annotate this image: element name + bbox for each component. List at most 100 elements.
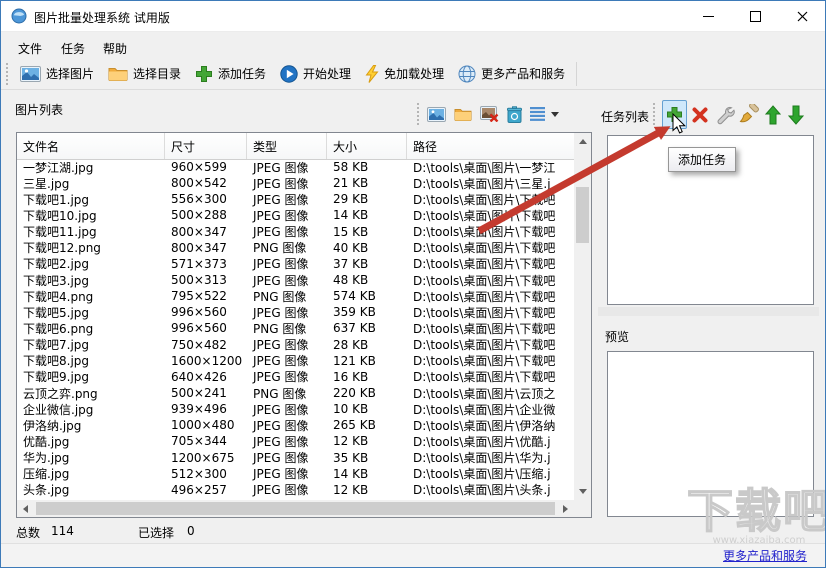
start-process-button[interactable]: 开始处理	[273, 62, 358, 86]
vertical-scroll-thumb[interactable]	[576, 187, 589, 243]
cell-name: 下载吧11.jpg	[23, 225, 97, 240]
task-clean-button[interactable]	[738, 103, 761, 126]
minimize-icon	[702, 15, 714, 17]
menu-help[interactable]: 帮助	[99, 38, 131, 59]
menu-file[interactable]: 文件	[14, 38, 46, 59]
table-row[interactable]: 下载吧12.png 800×347 PNG 图像 40 KB D:\tools\桌面\图…	[17, 240, 574, 256]
cell-type: PNG 图像	[253, 241, 307, 256]
table-row[interactable]: 下载吧4.png 795×522 PNG 图像 574 KB D:\tools\桌面\图…	[17, 288, 574, 304]
close-button[interactable]	[779, 1, 825, 31]
table-row[interactable]: 下载吧7.jpg 750×482 JPEG 图像 28 KB D:\tools\桌面\图…	[17, 337, 574, 353]
task-settings-button[interactable]	[713, 103, 736, 126]
minimize-button[interactable]	[685, 1, 731, 31]
cell-type: JPEG 图像	[253, 225, 309, 240]
cell-dim: 500×288	[171, 208, 227, 223]
table-row[interactable]: 一梦江湖.jpg 960×599 JPEG 图像 58 KB D:\tools\桌面\图…	[17, 159, 574, 175]
cell-path: D:\tools\桌面\图片\下载吧	[413, 241, 556, 256]
cell-size: 574 KB	[333, 289, 376, 304]
app-window: 图片批量处理系统 试用版 文件 任务 帮助 选择图片 选择目录 添加任务 开始处…	[0, 0, 826, 568]
cell-type: PNG 图像	[253, 321, 307, 336]
table-row[interactable]: 下载吧9.jpg 640×426 JPEG 图像 16 KB D:\tools\桌面\图…	[17, 369, 574, 385]
table-row[interactable]: 华为.jpg 1200×675 JPEG 图像 35 KB D:\tools\桌面\图片…	[17, 450, 574, 466]
table-row[interactable]: 下载吧11.jpg 800×347 JPEG 图像 15 KB D:\tools\桌面\…	[17, 224, 574, 240]
right-panel-splitter[interactable]	[598, 307, 819, 316]
horizontal-scrollbar[interactable]	[17, 500, 574, 517]
remove-image-icon[interactable]	[480, 106, 499, 122]
cell-size: 48 KB	[333, 273, 369, 288]
header-size[interactable]: 大小	[327, 133, 407, 159]
cell-type: JPEG 图像	[253, 483, 309, 498]
header-type[interactable]: 类型	[247, 133, 327, 159]
move-up-button[interactable]	[764, 104, 782, 126]
list-view-icon[interactable]	[530, 107, 545, 121]
delete-task-button[interactable]	[690, 105, 710, 125]
header-path[interactable]: 路径	[407, 133, 574, 159]
toolbar-item-label: 选择图片	[46, 67, 95, 81]
cell-name: 下载吧3.jpg	[23, 273, 90, 288]
add-task-button[interactable]	[662, 100, 687, 129]
select-folder-button[interactable]: 选择目录	[101, 62, 188, 85]
cell-size: 28 KB	[333, 337, 369, 352]
move-down-icon	[788, 105, 804, 125]
cell-type: JPEG 图像	[253, 354, 309, 369]
table-row[interactable]: 企业微信.jpg 939×496 JPEG 图像 10 KB D:\tools\桌面\图…	[17, 401, 574, 417]
cell-name: 下载吧6.png	[23, 321, 94, 336]
total-value: 114	[51, 524, 74, 538]
add-images-icon[interactable]	[427, 106, 446, 122]
table-row[interactable]: 三星.jpg 800×542 JPEG 图像 21 KB D:\tools\桌面\图片\…	[17, 175, 574, 191]
toolbar-item-label: 免加载处理	[384, 67, 445, 81]
table-row[interactable]: 下载吧2.jpg 571×373 JPEG 图像 37 KB D:\tools\桌面\图…	[17, 256, 574, 272]
table-row[interactable]: 下载吧6.png 996×560 PNG 图像 637 KB D:\tools\桌面\图…	[17, 320, 574, 336]
scroll-right-icon[interactable]	[557, 500, 574, 517]
scroll-left-icon[interactable]	[17, 500, 34, 517]
horizontal-scroll-thumb[interactable]	[36, 502, 555, 515]
cell-name: 压缩.jpg	[23, 467, 70, 482]
menu-bar: 文件 任务 帮助	[1, 32, 825, 58]
select-images-button[interactable]: 选择图片	[13, 62, 101, 85]
header-dimensions[interactable]: 尺寸	[165, 133, 247, 159]
table-row[interactable]: 头条.jpg 496×257 JPEG 图像 12 KB D:\tools\桌面\图片\…	[17, 482, 574, 498]
cell-size: 359 KB	[333, 305, 376, 320]
cell-path: D:\tools\桌面\图片\压缩.j	[413, 467, 551, 482]
table-row[interactable]: 下载吧10.jpg 500×288 JPEG 图像 14 KB D:\tools\桌面\…	[17, 207, 574, 223]
preview-title: 预览	[605, 330, 630, 344]
no-load-process-button[interactable]: 免加载处理	[358, 62, 451, 86]
table-row[interactable]: 压缩.jpg 512×300 JPEG 图像 14 KB D:\tools\桌面\图片\…	[17, 466, 574, 482]
table-row[interactable]: 伊洛纳.jpg 1000×480 JPEG 图像 265 KB D:\tools\桌面\…	[17, 417, 574, 433]
cell-type: JPEG 图像	[253, 209, 309, 223]
table-row[interactable]: 下载吧1.jpg 556×300 JPEG 图像 29 KB D:\tools\桌面\图…	[17, 191, 574, 207]
maximize-icon	[749, 10, 761, 22]
move-down-button[interactable]	[787, 104, 805, 126]
more-products-link[interactable]: 更多产品和服务	[723, 547, 807, 564]
cell-dim: 500×313	[171, 273, 227, 288]
cell-type: JPEG 图像	[253, 338, 309, 353]
cell-name: 下载吧9.jpg	[23, 370, 90, 385]
table-body: 一梦江湖.jpg 960×599 JPEG 图像 58 KB D:\tools\桌面\图…	[17, 159, 574, 500]
cell-type: JPEG 图像	[253, 451, 309, 466]
cell-path: D:\tools\桌面\图片\下载吧	[413, 209, 556, 223]
dropdown-arrow-icon[interactable]	[551, 111, 559, 117]
scroll-down-icon[interactable]	[574, 483, 591, 500]
cell-dim: 750×482	[171, 337, 227, 352]
header-filename[interactable]: 文件名	[17, 133, 165, 159]
table-row[interactable]: 下载吧8.jpg 1600×1200 JPEG 图像 121 KB D:\tools\桌…	[17, 353, 574, 369]
image-list-toolbar	[417, 103, 559, 125]
table-row[interactable]: 下载吧3.jpg 500×313 JPEG 图像 48 KB D:\tools\桌面\图…	[17, 272, 574, 288]
cell-name: 头条.jpg	[23, 483, 70, 498]
scroll-up-icon[interactable]	[574, 133, 591, 150]
table-row[interactable]: 云顶之弈.png 500×241 PNG 图像 220 KB D:\tools\桌面\图…	[17, 385, 574, 401]
vertical-scrollbar[interactable]	[574, 133, 591, 500]
more-products-button[interactable]: 更多产品和服务	[451, 62, 572, 86]
clear-list-icon[interactable]	[507, 105, 522, 123]
cell-size: 14 KB	[333, 466, 369, 481]
table-row[interactable]: 优酷.jpg 705×344 JPEG 图像 12 KB D:\tools\桌面\图片\…	[17, 433, 574, 449]
maximize-button[interactable]	[732, 1, 778, 31]
table-row[interactable]: 下载吧5.jpg 996×560 JPEG 图像 359 KB D:\tools\桌面\…	[17, 304, 574, 320]
add-task-toolbar-button[interactable]: 添加任务	[188, 62, 273, 86]
cell-dim: 512×300	[171, 466, 227, 481]
menu-task[interactable]: 任务	[57, 38, 89, 59]
cell-path: D:\tools\桌面\图片\下载吧	[413, 338, 556, 353]
add-folder-icon[interactable]	[454, 107, 472, 121]
cell-dim: 1000×480	[171, 418, 235, 433]
cell-type: JPEG 图像	[253, 176, 309, 191]
